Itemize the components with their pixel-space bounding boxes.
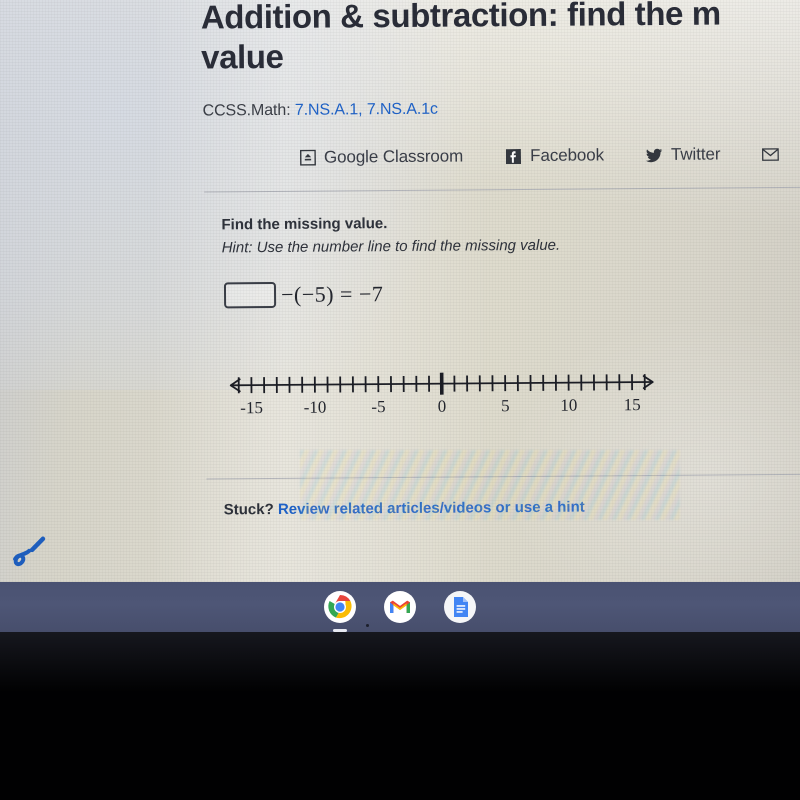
ccss-label: CCSS.Math: — [202, 101, 291, 120]
number-line-figure: -15 -10 -5 0 5 10 15 — [229, 360, 655, 421]
page-title: Addition & subtraction: find the m value — [200, 0, 721, 76]
google-classroom-icon — [299, 149, 316, 166]
equation-row: −(−5) = −7 — [223, 281, 384, 309]
share-facebook-label: Facebook — [530, 145, 605, 165]
bezel-sheen — [0, 632, 800, 692]
number-line-tick-label: 5 — [501, 396, 510, 415]
number-line-tick-label: -10 — [304, 398, 327, 417]
share-google-classroom-button[interactable]: Google Classroom — [299, 147, 463, 168]
khan-academy-exercise-page: Addition & subtraction: find the m value… — [0, 0, 800, 582]
email-envelope-icon — [762, 146, 780, 163]
share-twitter-label: Twitter — [670, 144, 721, 164]
photo-of-laptop-screen: Addition & subtraction: find the m value… — [0, 0, 800, 800]
google-docs-app-icon[interactable] — [442, 589, 478, 625]
stuck-link-text: Review related articles/videos or use a … — [277, 498, 585, 518]
shelf-app-list — [0, 582, 800, 632]
equation-text: −(−5) = −7 — [280, 281, 384, 307]
share-facebook-button[interactable]: Facebook — [505, 145, 604, 166]
exercise-prompt: Find the missing value. — [221, 215, 388, 234]
ccss-standard-links[interactable]: 7.NS.A.1, 7.NS.A.1c — [295, 101, 438, 119]
chrome-app-icon[interactable] — [322, 589, 358, 632]
stuck-hint-link[interactable]: Stuck? Review related articles/videos or… — [224, 499, 585, 519]
stuck-prefix: Stuck? — [223, 500, 278, 519]
shelf-status-dot — [366, 624, 369, 627]
share-bar: Google Classroom Facebook Twitter — [299, 144, 788, 168]
laptop-screen: Addition & subtraction: find the m value… — [0, 0, 800, 582]
exercise-hint: Hint: Use the number line to find the mi… — [221, 236, 561, 257]
number-line-tick-label: 15 — [624, 395, 641, 414]
answer-input[interactable] — [223, 281, 277, 309]
divider-bottom — [206, 473, 800, 480]
ccss-standards: CCSS.Math: 7.NS.A.1, 7.NS.A.1c — [203, 101, 438, 121]
share-twitter-button[interactable]: Twitter — [646, 144, 721, 165]
number-line-tick-label: 10 — [560, 396, 577, 415]
stylus-squiggle-annotation — [13, 536, 46, 567]
number-line-tick-label: -5 — [371, 397, 385, 416]
number-line-tick-label: -15 — [240, 398, 263, 417]
share-google-classroom-label: Google Classroom — [323, 146, 464, 167]
divider-top — [204, 186, 800, 193]
dark-background-below-screen — [0, 632, 800, 800]
chromeos-shelf — [0, 582, 800, 632]
number-line-svg: -15 -10 -5 0 5 10 15 — [229, 372, 654, 417]
gmail-app-icon[interactable] — [382, 589, 418, 625]
facebook-icon — [505, 148, 522, 165]
twitter-icon — [646, 146, 663, 163]
number-line-tick-label: 0 — [438, 397, 447, 416]
share-email-button[interactable] — [762, 145, 787, 162]
